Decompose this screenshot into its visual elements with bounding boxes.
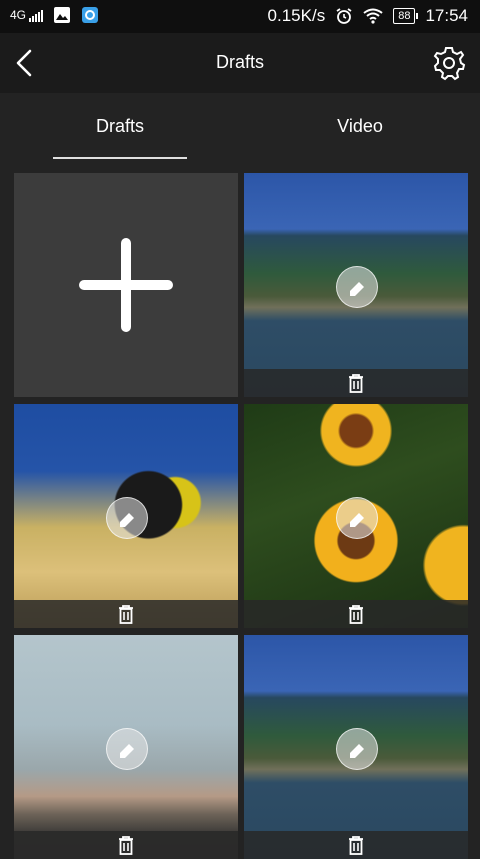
wifi-icon xyxy=(363,8,383,24)
thumbnail-actions-bar xyxy=(244,600,468,628)
app-notification-icon xyxy=(82,7,99,23)
tab-bar: Drafts Video xyxy=(0,93,480,163)
eraser-icon[interactable] xyxy=(336,728,378,770)
gallery-icon xyxy=(54,7,71,23)
trash-icon[interactable] xyxy=(347,373,365,393)
network-type: 4G xyxy=(10,8,27,22)
gear-icon[interactable] xyxy=(430,44,468,82)
clock: 17:54 xyxy=(425,6,468,25)
status-bar: 4G 0.15K/s 88 17:54 xyxy=(0,0,480,33)
tab-drafts[interactable]: Drafts xyxy=(0,93,240,163)
trash-icon[interactable] xyxy=(117,835,135,855)
draft-thumbnail[interactable] xyxy=(14,404,238,628)
thumbnail-actions-bar xyxy=(244,831,468,859)
active-tab-indicator xyxy=(53,157,187,159)
trash-icon[interactable] xyxy=(117,604,135,624)
battery-icon: 88 xyxy=(393,8,419,24)
tab-video[interactable]: Video xyxy=(240,93,480,163)
signal-icon: 4G xyxy=(10,8,44,22)
trash-icon[interactable] xyxy=(347,835,365,855)
eraser-icon[interactable] xyxy=(106,497,148,539)
plus-icon xyxy=(79,238,173,332)
draft-thumbnail[interactable] xyxy=(244,404,468,628)
trash-icon[interactable] xyxy=(347,604,365,624)
thumbnail-actions-bar xyxy=(14,831,238,859)
network-speed: 0.15K/s xyxy=(267,6,326,25)
eraser-icon[interactable] xyxy=(106,728,148,770)
new-draft-button[interactable] xyxy=(14,173,238,397)
draft-thumbnail[interactable] xyxy=(244,635,468,859)
thumbnail-actions-bar xyxy=(244,369,468,397)
app-header: Drafts xyxy=(0,33,480,93)
battery-level: 88 xyxy=(398,10,411,22)
eraser-icon[interactable] xyxy=(336,266,378,308)
eraser-icon[interactable] xyxy=(336,497,378,539)
page-title: Drafts xyxy=(215,52,264,72)
alarm-icon xyxy=(336,8,352,24)
thumbnail-actions-bar xyxy=(14,600,238,628)
draft-thumbnail[interactable] xyxy=(244,173,468,397)
draft-thumbnail[interactable] xyxy=(14,635,238,859)
